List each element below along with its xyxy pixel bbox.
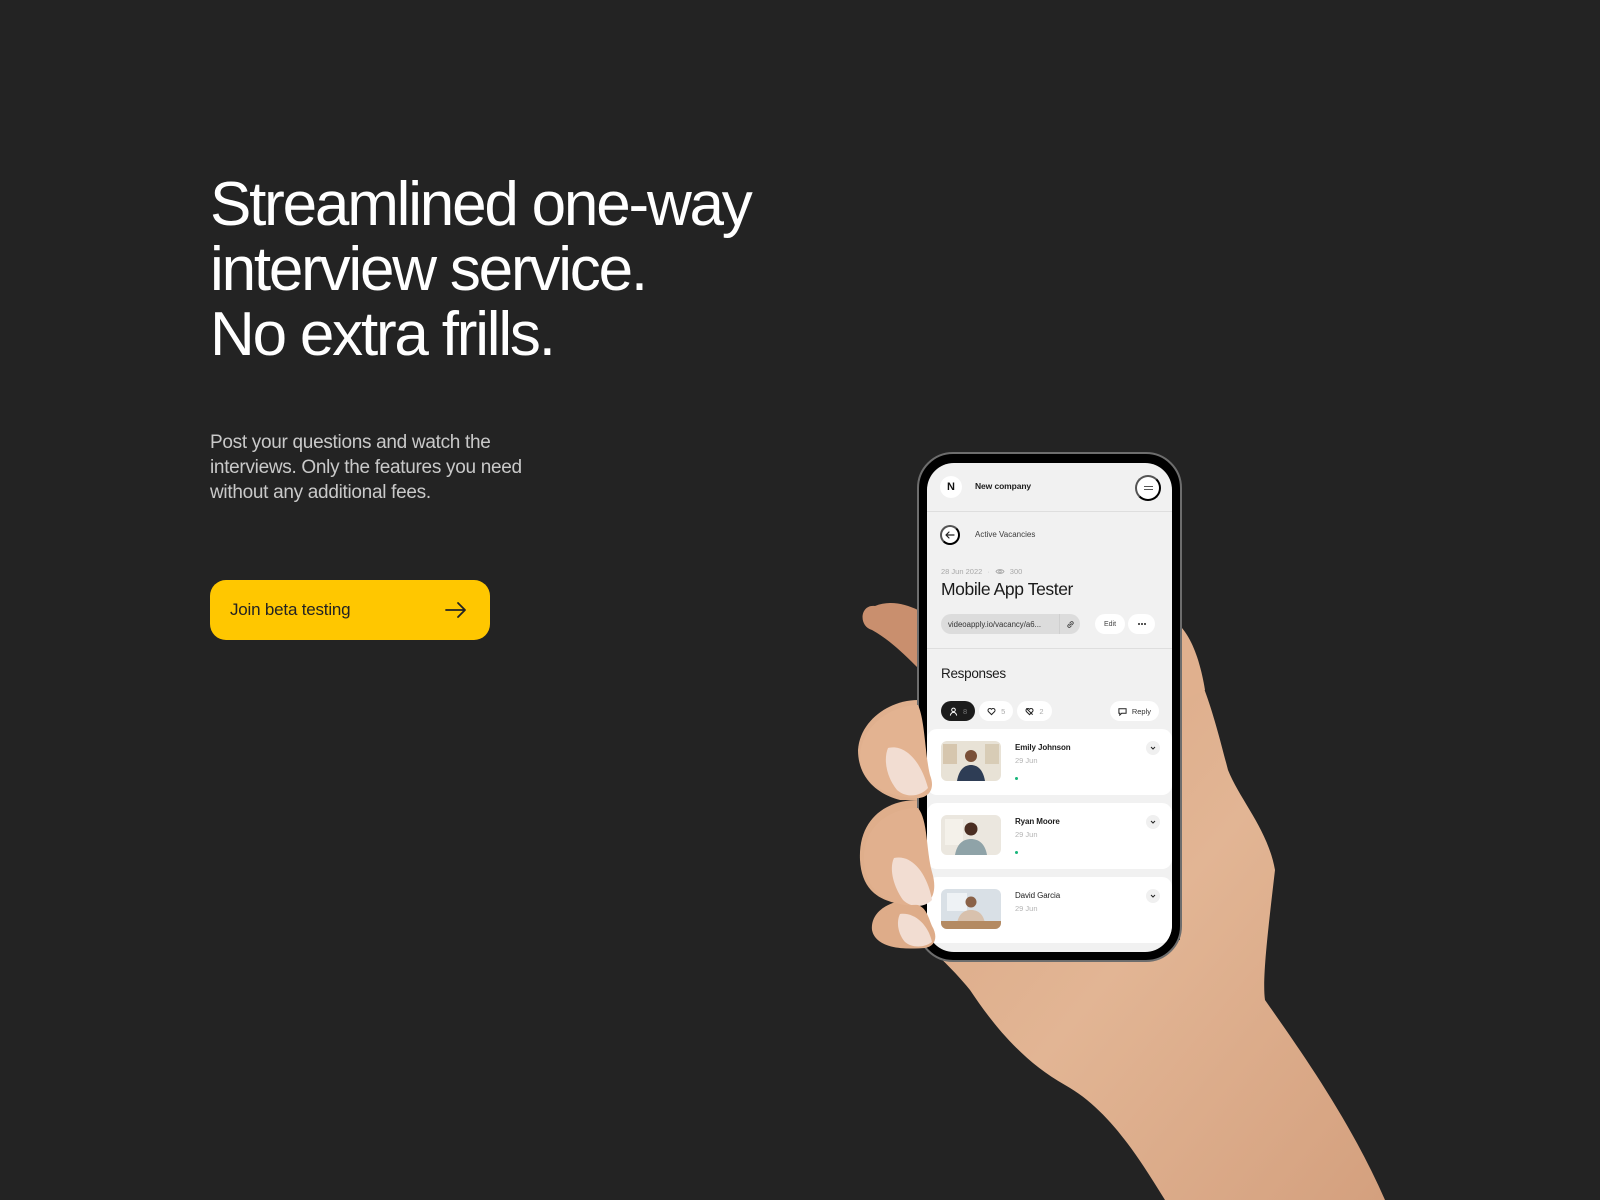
heart-icon [987, 707, 996, 715]
chevron-down-icon [1150, 820, 1156, 824]
headline-line: Streamlined one-way [210, 170, 753, 239]
menu-button[interactable] [1135, 475, 1161, 501]
eye-icon [995, 569, 1005, 574]
filter-all-count: 8 [963, 706, 968, 716]
filter-disliked[interactable]: 2 [1017, 701, 1052, 721]
expand-button[interactable] [1146, 815, 1160, 829]
expand-button[interactable] [1146, 741, 1160, 755]
vacancy-date: 28 Jun 2022 [941, 567, 983, 576]
index-finger [862, 603, 918, 668]
subtext-line: interviews. Only the features you need [210, 457, 522, 478]
candidate-card[interactable]: David Garcia 29 Jun [927, 877, 1172, 943]
hero-subtext: Post your questions and watch the interv… [210, 430, 570, 505]
response-filters: 8 5 2 [941, 701, 1052, 721]
candidate-name: Ryan Moore [1015, 817, 1060, 826]
candidate-video-thumbnail[interactable] [941, 815, 1001, 855]
candidate-name: David Garcia [1015, 891, 1061, 900]
thumb [1182, 628, 1205, 700]
filter-all[interactable]: 8 [941, 701, 976, 721]
link-icon [1066, 620, 1074, 628]
status-dot [1015, 777, 1018, 780]
candidate-video-thumbnail[interactable] [941, 741, 1001, 781]
vacancy-title: Mobile App Tester [941, 579, 1073, 599]
menu-icon [1143, 485, 1153, 488]
arrow-left-icon [945, 531, 955, 539]
little-finger [871, 899, 918, 949]
candidate-name: Emily Johnson [1015, 743, 1071, 752]
more-icon [1140, 623, 1143, 625]
chevron-down-icon [1150, 746, 1156, 750]
candidate-date: 29 Jun [1015, 904, 1038, 913]
headline: Streamlined one-way interview service. N… [210, 170, 753, 369]
reply-button[interactable]: Reply [1109, 701, 1159, 721]
candidate-card[interactable]: Emily Johnson 29 Jun [927, 729, 1172, 795]
chevron-down-icon [1150, 894, 1156, 898]
company-name[interactable]: New company [975, 481, 1031, 491]
vacancy-link[interactable]: videoapply.io/vacancy/a6... [941, 614, 1080, 634]
join-beta-button[interactable]: Join beta testing [210, 580, 490, 640]
phone-screen: N New company Active Vacancies 28 Jun 20… [927, 463, 1172, 952]
subtext-line: Post your questions and watch the [210, 432, 491, 453]
filter-liked-count: 5 [1001, 706, 1006, 716]
responses-title: Responses [941, 666, 1006, 681]
candidate-video-thumbnail[interactable] [941, 889, 1001, 929]
candidate-date: 29 Jun [1015, 830, 1038, 839]
edit-button[interactable]: Edit [1095, 614, 1125, 634]
copy-link-button[interactable] [1059, 614, 1080, 634]
app-topbar: N New company [927, 463, 1172, 512]
headline-line: interview service. [210, 235, 648, 304]
hero: Streamlined one-way interview service. N… [210, 170, 753, 369]
heart-off-icon [1025, 707, 1034, 715]
meta-separator: · [987, 567, 990, 576]
vacancy-link-text: videoapply.io/vacancy/a6... [948, 619, 1042, 629]
join-beta-label: Join beta testing [230, 600, 351, 619]
more-button[interactable] [1128, 614, 1155, 634]
chat-icon [1118, 707, 1127, 716]
reply-label: Reply [1131, 706, 1151, 716]
divider [927, 648, 1172, 649]
filter-disliked-count: 2 [1039, 706, 1044, 716]
phone-mockup: N New company Active Vacancies 28 Jun 20… [917, 452, 1182, 962]
person-icon [949, 707, 958, 716]
ring-finger [859, 800, 918, 905]
candidate-date: 29 Jun [1015, 756, 1038, 765]
expand-button[interactable] [1146, 889, 1160, 903]
headline-line: No extra frills. [210, 300, 556, 369]
arrow-right-icon [445, 602, 466, 618]
company-avatar[interactable]: N [940, 476, 962, 498]
vacancy-meta: 28 Jun 2022 · 300 [941, 567, 1022, 576]
view-count: 300 [1009, 567, 1023, 576]
breadcrumb-active-vacancies[interactable]: Active Vacancies [975, 530, 1035, 539]
middle-finger [858, 700, 918, 800]
filter-liked[interactable]: 5 [979, 701, 1014, 721]
status-dot [1015, 851, 1018, 854]
back-button[interactable] [940, 525, 960, 545]
subtext-line: without any additional fees. [210, 482, 431, 503]
candidate-card[interactable]: Ryan Moore 29 Jun [927, 803, 1172, 869]
